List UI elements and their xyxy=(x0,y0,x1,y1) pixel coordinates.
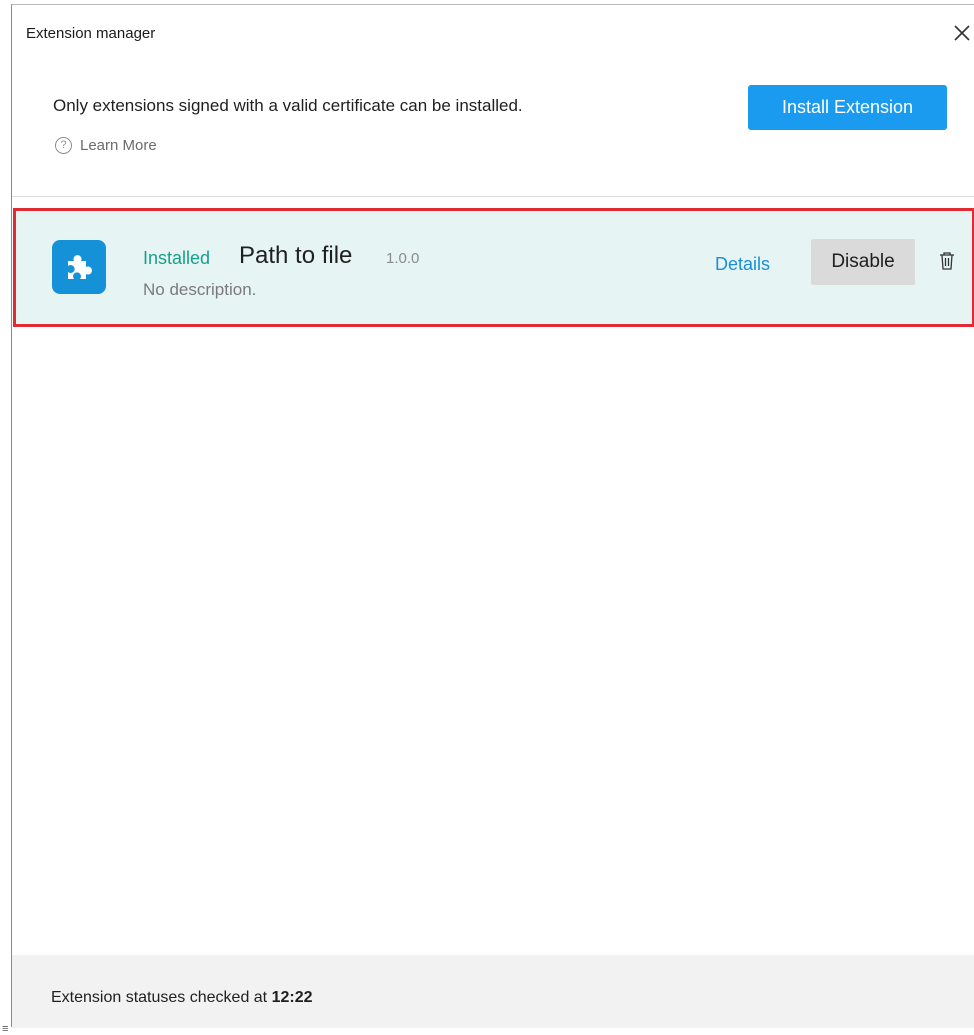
extension-name: Path to file xyxy=(239,242,353,269)
dialog-title: Extension manager xyxy=(26,25,156,42)
certificate-notice: Only extensions signed with a valid cert… xyxy=(53,96,523,115)
extension-row[interactable]: Installed Path to file 1.0.0 No descript… xyxy=(13,208,974,327)
extension-status: Installed xyxy=(143,248,211,268)
trash-icon xyxy=(940,252,954,270)
status-time: 12:22 xyxy=(271,989,313,1006)
title-bar: Extension manager xyxy=(12,5,974,61)
extension-manager-dialog: Extension manager Only extensions signed… xyxy=(11,4,974,1028)
install-extension-button[interactable]: Install Extension xyxy=(748,85,947,130)
learn-more-link[interactable]: ? Learn More xyxy=(55,137,157,154)
disable-button[interactable]: Disable xyxy=(811,239,915,285)
close-icon xyxy=(954,25,970,41)
details-link[interactable]: Details xyxy=(715,254,770,275)
help-circle-icon: ? xyxy=(55,137,72,154)
delete-extension-button[interactable] xyxy=(938,251,956,271)
status-text: Extension statuses checked at 12:22 xyxy=(51,989,313,1007)
close-button[interactable] xyxy=(950,21,974,45)
header-divider xyxy=(12,196,974,197)
status-footer: Extension statuses checked at 12:22 xyxy=(12,955,974,1028)
puzzle-icon xyxy=(52,240,106,294)
window-edge-glyph: ≡ xyxy=(2,1023,9,1035)
extension-version: 1.0.0 xyxy=(386,250,420,267)
extension-description: No description. xyxy=(143,280,257,299)
status-prefix: Extension statuses checked at xyxy=(51,989,268,1006)
learn-more-label: Learn More xyxy=(80,137,157,154)
